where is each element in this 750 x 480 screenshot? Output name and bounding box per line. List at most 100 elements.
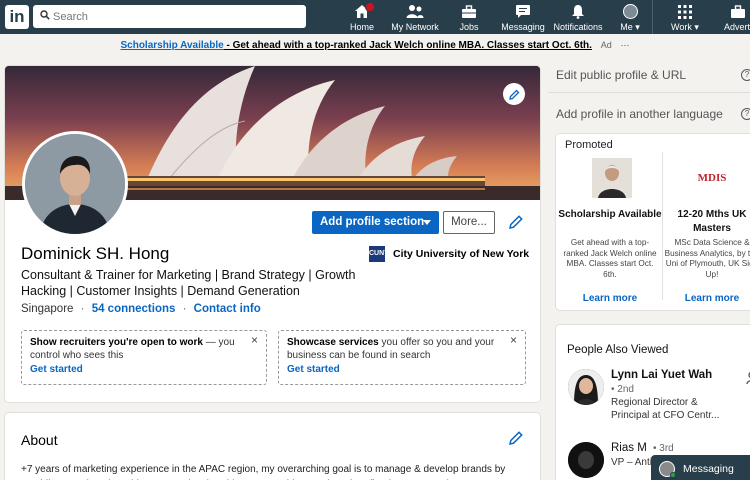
person-name-text: Rias M (611, 442, 647, 454)
nav-notifications[interactable]: Notifications (551, 3, 605, 33)
nav-work[interactable]: Work ▾ (668, 3, 702, 33)
connect-button[interactable] (746, 371, 750, 390)
nav-my-network[interactable]: My Network (389, 3, 441, 33)
pencil-icon (508, 89, 519, 100)
showcase-services-box: × Showcase services you offer so you and… (278, 330, 526, 385)
open-to-work-title: Show recruiters you're open to work (30, 337, 203, 348)
close-icon[interactable]: × (251, 334, 258, 347)
nav-me[interactable]: Me ▾ (615, 3, 645, 33)
nav-home[interactable]: Home (346, 2, 378, 33)
education-link[interactable]: CUNY City University of New York (369, 246, 529, 262)
pencil-icon (509, 431, 523, 445)
help-icon[interactable]: ? (741, 69, 750, 81)
connection-degree: • 3rd (652, 443, 674, 454)
get-started-link[interactable]: Get started (30, 363, 258, 376)
messaging-label: Messaging (683, 463, 734, 475)
chevron-down-icon: ▾ (635, 22, 640, 32)
profile-photo-image (25, 134, 125, 234)
profile-headline: Consultant & Trainer for Marketing | Bra… (21, 268, 356, 298)
promo-image (592, 158, 632, 198)
nav-notifications-label: Notifications (553, 22, 603, 32)
me-label-text: Me (620, 22, 633, 32)
person-title: Regional Director & Principal at CFO Cen… (611, 397, 720, 421)
add-profile-section-label: Add profile section (320, 216, 425, 228)
promo-title: 12-20 Mths UK Masters (677, 209, 747, 234)
nav-home-label: Home (349, 22, 374, 32)
nav-work-label: Work ▾ (668, 22, 702, 32)
search-input[interactable] (53, 8, 298, 25)
promoted-card: Promoted Scholarship Available Get ahead… (556, 134, 750, 310)
school-logo: CUNY (369, 246, 389, 262)
ad-dash: - (223, 40, 233, 51)
nav-advertise[interactable]: Adverti (718, 3, 750, 33)
person-photo (568, 442, 604, 478)
location: Singapore (21, 303, 74, 315)
network-icon (406, 5, 424, 18)
nav-me-label: Me ▾ (615, 22, 645, 32)
connection-degree: • 2nd (611, 384, 634, 395)
contact-info-link[interactable]: Contact info (194, 303, 261, 315)
nav-messaging-label: Messaging (501, 22, 545, 32)
add-person-icon (746, 371, 750, 385)
work-label-text: Work (671, 22, 692, 32)
messaging-dock[interactable]: Messaging (651, 455, 750, 480)
learn-more-link[interactable]: Learn more (660, 293, 750, 304)
chat-icon (516, 5, 530, 18)
promo-item[interactable]: Scholarship Available Get ahead with a t… (558, 154, 662, 304)
ad-banner: Scholarship Available - Get ahead with a… (0, 40, 750, 60)
promo-desc: Get ahead with a top-ranked Jack Welch o… (563, 238, 657, 279)
divider (548, 92, 750, 93)
edit-cover-button[interactable] (503, 83, 525, 105)
get-started-link[interactable]: Get started (287, 363, 517, 376)
connections-link[interactable]: 54 connections (92, 303, 176, 315)
briefcase-icon (462, 4, 476, 18)
linkedin-logo[interactable]: in (5, 5, 29, 29)
notification-dot (365, 2, 375, 12)
add-profile-section-button[interactable]: Add profile section (312, 211, 439, 234)
person-photo (568, 369, 604, 405)
ad-more-icon[interactable]: ··· (621, 40, 630, 50)
search-icon (40, 10, 50, 20)
avatar (568, 442, 604, 478)
learn-more-link[interactable]: Learn more (558, 293, 662, 304)
edit-about-button[interactable] (508, 430, 524, 451)
avatar (568, 369, 604, 405)
nav-messaging[interactable]: Messaging (498, 3, 548, 33)
add-profile-language-link[interactable]: Add profile in another language (556, 107, 723, 121)
more-button[interactable]: More... (443, 211, 495, 234)
nav-jobs-label: Jobs (459, 22, 479, 32)
ad-link[interactable]: Scholarship Available (120, 40, 223, 51)
promo-item[interactable]: MDIS 12-20 Mths UK Masters MSc Data Scie… (660, 154, 750, 304)
ad-tag: Ad (600, 40, 612, 50)
open-to-work-box: × Show recruiters you're open to work — … (21, 330, 267, 385)
profile-card: Add profile section More... Dominick SH.… (5, 66, 540, 402)
ad-text[interactable]: Get ahead with a top-ranked Jack Welch o… (233, 40, 592, 51)
people-also-viewed-title: People Also Viewed (567, 344, 669, 356)
nav-divider (652, 0, 653, 34)
briefcase-icon (731, 4, 745, 18)
profile-name: Dominick SH. Hong (21, 244, 170, 263)
grid-icon (678, 4, 692, 19)
list-item[interactable]: Lynn Lai Yuet Wah • 2nd Regional Directo… (568, 369, 750, 429)
about-title: About (21, 432, 58, 448)
top-nav: in Home My Network Jobs Messaging Notifi… (0, 0, 750, 34)
showcase-services-title: Showcase services (287, 337, 379, 348)
bell-icon (572, 5, 584, 19)
promo-desc: MSc Data Science & Business Analytics, b… (664, 238, 750, 279)
nav-jobs[interactable]: Jobs (452, 3, 486, 33)
edit-public-profile-link[interactable]: Edit public profile & URL (556, 68, 686, 82)
online-status-icon (670, 472, 676, 478)
avatar-icon (622, 4, 638, 19)
caret-down-icon (423, 220, 431, 225)
help-icon[interactable]: ? (741, 108, 750, 120)
person-name: Lynn Lai Yuet Wah (611, 369, 713, 381)
search-bar[interactable] (33, 5, 306, 28)
school-name: City University of New York (393, 248, 530, 260)
mdis-logo: MDIS (692, 158, 732, 198)
edit-intro-button[interactable] (508, 214, 524, 230)
close-icon[interactable]: × (510, 334, 517, 347)
person-name: Rias M • 3rd (611, 442, 674, 454)
profile-photo[interactable] (22, 131, 128, 237)
separator: · (182, 303, 187, 315)
location-line: Singapore · 54 connections · Contact inf… (21, 303, 261, 315)
